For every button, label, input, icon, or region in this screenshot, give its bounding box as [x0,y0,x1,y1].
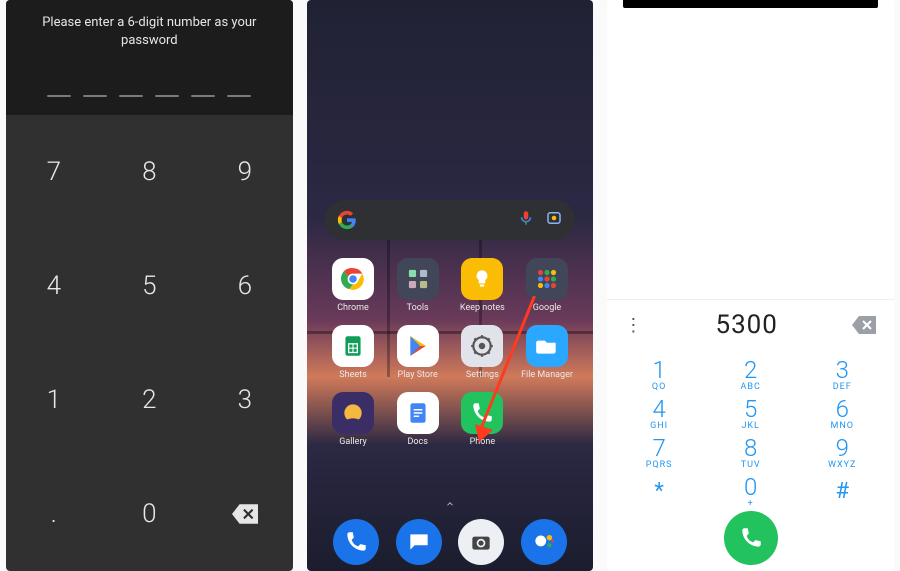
lens-icon[interactable] [545,209,563,231]
dialer-key-8[interactable]: 8TUV [705,433,797,472]
dialer-key-2[interactable]: 2ABC [705,354,797,393]
phone-icon [333,519,379,565]
app-docs[interactable]: Docs [389,392,446,447]
dock [325,519,576,565]
google-search-bar[interactable] [325,200,576,240]
chrome-icon [332,258,374,300]
gallery-icon [332,392,374,434]
pin-keypad: 7 8 9 4 5 6 1 2 3 . 0 [6,115,293,571]
status-bar [623,0,878,8]
app-grid: Chrome Tools Keep notes Google Sheets [325,258,576,447]
dock-camera[interactable] [450,519,513,565]
dialer-key-6[interactable]: 6MNO [796,393,888,432]
chevron-up-icon [443,499,457,509]
pin-key-2[interactable]: 2 [102,343,198,457]
dialer-key-star[interactable]: * [613,472,705,511]
app-tools[interactable]: Tools [389,258,446,313]
pin-dash [227,95,251,97]
dialer-keypad: 1QO 2ABC 3DEF 4GHI 5JKL 6MNO 7PQRS 8TUV … [607,350,894,511]
pin-key-1[interactable]: 1 [6,343,102,457]
pin-key-9[interactable]: 9 [197,115,293,229]
dialer-key-7[interactable]: 7PQRS [613,433,705,472]
app-label: Settings [466,371,499,380]
pin-key-0[interactable]: 0 [102,457,198,571]
dialer-key-hash[interactable]: # [796,472,888,511]
pin-key-dot[interactable]: . [6,457,102,571]
settings-icon [461,325,503,367]
google-folder-icon [526,258,568,300]
pin-key-5[interactable]: 5 [102,229,198,343]
camera-icon [458,519,504,565]
dialer-key-9[interactable]: 9WXYZ [796,433,888,472]
dock-phone[interactable] [325,519,388,565]
app-label: Chrome [337,304,369,313]
dialer-key-0[interactable]: 0+ [705,472,797,511]
app-chrome[interactable]: Chrome [325,258,382,313]
dialer-key-1[interactable]: 1QO [613,354,705,393]
annotation-arrow-head [475,424,493,442]
app-sheets[interactable]: Sheets [325,325,382,380]
files-icon [526,325,568,367]
app-gallery[interactable]: Gallery [325,392,382,447]
dock-assistant[interactable] [513,519,576,565]
dock-messages[interactable] [387,519,450,565]
app-label: File Manager [521,371,573,380]
app-file-manager[interactable]: File Manager [519,325,576,380]
call-button[interactable] [724,511,778,565]
app-label: Keep notes [460,304,505,313]
app-keep[interactable]: Keep notes [454,258,511,313]
pin-key-backspace[interactable] [197,457,293,571]
tools-folder-icon [397,258,439,300]
pin-dash [47,95,71,97]
backspace-icon [232,504,258,524]
dialer-upper [607,0,894,300]
app-label: Play Store [398,371,438,380]
pin-prompt: Please enter a 6-digit number as your pa… [18,14,281,49]
pin-header: Please enter a 6-digit number as your pa… [6,0,293,115]
page-indicator[interactable] [307,499,594,509]
app-play-store[interactable]: Play Store [389,325,446,380]
backspace-button[interactable] [850,316,878,334]
app-label: Sheets [339,371,366,380]
more-menu-button[interactable]: ⋮ [623,315,643,336]
app-label: Google [533,304,561,313]
dialer-key-3[interactable]: 3DEF [796,354,888,393]
assistant-icon [521,519,567,565]
phone-icon [738,525,764,551]
pin-dash [191,95,215,97]
app-label: Docs [407,438,427,447]
pin-screen: Please enter a 6-digit number as your pa… [6,0,293,571]
pin-key-7[interactable]: 7 [6,115,102,229]
keep-icon [461,258,503,300]
home-screen: Chrome Tools Keep notes Google Sheets [307,0,594,571]
app-label: Gallery [339,438,367,447]
play-icon [397,325,439,367]
backspace-icon [852,316,876,334]
pin-key-3[interactable]: 3 [197,343,293,457]
docs-icon [397,392,439,434]
pin-key-8[interactable]: 8 [102,115,198,229]
dialer-display: ⋮ 5300 [607,300,894,350]
pin-dash [155,95,179,97]
dialer-footer [607,511,894,571]
dialer-screen: ⋮ 5300 1QO 2ABC 3DEF 4GHI 5JKL 6MNO 7PQR… [607,0,894,571]
pin-input [18,95,281,97]
app-google-folder[interactable]: Google [519,258,576,313]
pin-key-4[interactable]: 4 [6,229,102,343]
pin-dash [119,95,143,97]
app-label: Tools [407,304,429,313]
mic-icon[interactable] [517,209,535,231]
google-logo-icon [337,210,357,230]
pin-dash [83,95,107,97]
dialer-key-4[interactable]: 4GHI [613,393,705,432]
messages-icon [396,519,442,565]
pin-key-6[interactable]: 6 [197,229,293,343]
dialer-key-5[interactable]: 5JKL [705,393,797,432]
sheets-icon [332,325,374,367]
dialed-number: 5300 [643,310,850,340]
